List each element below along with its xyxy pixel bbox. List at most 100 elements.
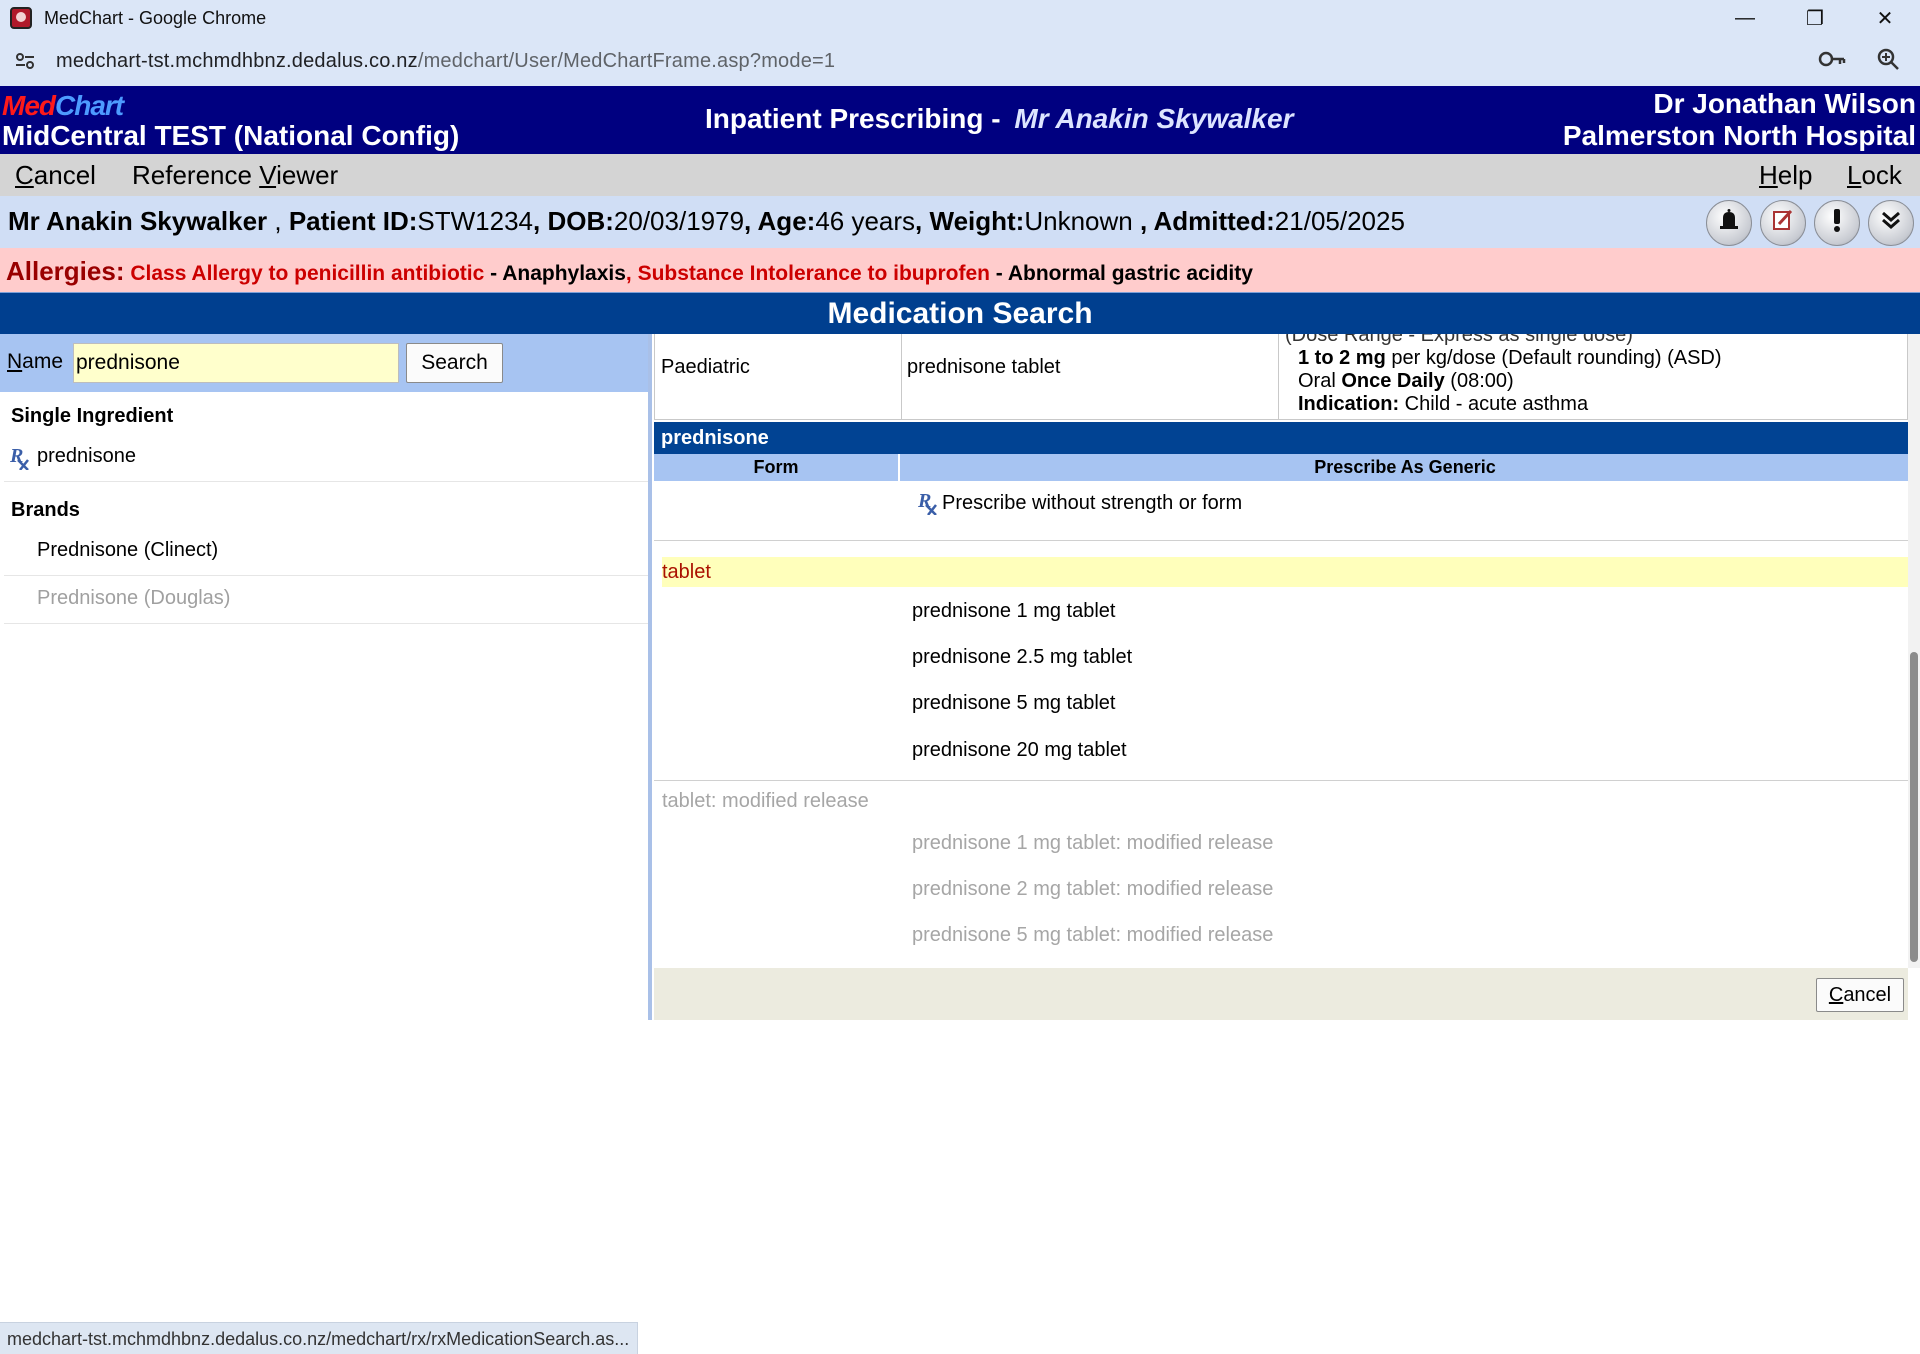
brand-item-clinect[interactable]: Prednisone (Clinect) xyxy=(4,528,648,576)
rx-icon: R xyxy=(9,442,30,486)
strength-item[interactable]: prednisone 2.5 mg tablet xyxy=(912,646,1132,669)
dose-frequency: Once Daily xyxy=(1341,370,1445,392)
zoom-icon[interactable] xyxy=(1876,47,1900,76)
user-info: Dr Jonathan Wilson Palmerston North Hosp… xyxy=(1563,88,1916,152)
protocol-group: Paediatric xyxy=(661,356,750,378)
brand-label: Prednisone (Clinect) xyxy=(37,539,219,561)
age-label: Age: xyxy=(757,206,816,236)
dose-unit: per kg/dose (Default rounding) (ASD) xyxy=(1385,347,1722,369)
strength-item-disabled: prednisone 1 mg tablet: modified release xyxy=(912,832,1274,854)
protocol-product: prednisone tablet xyxy=(907,356,1061,378)
close-window-button[interactable]: ✕ xyxy=(1850,0,1920,36)
expand-banner-button[interactable] xyxy=(1868,200,1914,246)
restore-button[interactable]: ❐ xyxy=(1780,0,1850,36)
weight-value: Unknown xyxy=(1024,206,1133,236)
indication-value: Child - acute asthma xyxy=(1399,393,1589,415)
medchart-logo: MedChart xyxy=(2,90,124,121)
menu-bar: Cancel Reference Viewer Help Lock xyxy=(0,154,1920,196)
brand-label: Prednisone (Douglas) xyxy=(37,587,231,609)
prescribe-generic-row[interactable]: R Prescribe without strength or form xyxy=(654,481,1908,541)
dose-route: Oral xyxy=(1298,370,1342,392)
dose-range: 1 to 2 mg xyxy=(1298,347,1386,369)
dob-label: DOB: xyxy=(547,206,614,236)
bell-icon xyxy=(1717,208,1741,239)
menu-lock[interactable]: Lock xyxy=(1847,160,1902,191)
allergy-2: , Substance Intolerance to ibuprofen xyxy=(625,262,990,285)
patient-name: Mr Anakin Skywalker xyxy=(8,206,268,236)
cancel-button[interactable]: Cancel xyxy=(1816,978,1904,1012)
single-ingredient-heading: Single Ingredient xyxy=(11,405,174,427)
patient-id: STW1234 xyxy=(417,206,534,236)
header-patient-name: Mr Anakin Skywalker xyxy=(1014,103,1294,134)
dose-time: (08:00) xyxy=(1444,370,1514,392)
allergies-label: Allergies: xyxy=(6,256,125,286)
rx-icon: R xyxy=(917,490,938,520)
window-controls: — ❐ ✕ xyxy=(1710,0,1920,36)
url-path: /medchart/User/MedChartFrame.asp?mode=1 xyxy=(417,49,836,72)
medication-name-input[interactable] xyxy=(73,343,399,383)
strength-item-disabled: prednisone 2 mg tablet: modified release xyxy=(912,878,1274,900)
allergies-banner: Allergies: Class Allergy to penicillin a… xyxy=(0,248,1920,292)
search-panel: Name Search Single Ingredient R predniso… xyxy=(0,334,652,1354)
doctor-name: Dr Jonathan Wilson xyxy=(1653,88,1916,119)
expand-down-icon xyxy=(1879,208,1903,239)
brands-heading: Brands xyxy=(11,499,80,521)
menu-reference-viewer[interactable]: Reference Viewer xyxy=(132,160,338,191)
search-button[interactable]: Search xyxy=(406,343,503,383)
patient-details: Mr Anakin Skywalker , Patient ID:STW1234… xyxy=(8,206,1405,236)
minimize-icon: — xyxy=(1735,6,1755,29)
column-generic: Prescribe As Generic xyxy=(1314,457,1496,477)
column-form: Form xyxy=(654,454,900,481)
form-row-modified-release: tablet: modified release xyxy=(662,790,869,812)
search-results: Single Ingredient R prednisone Brands Pr… xyxy=(4,394,648,624)
scrollbar-thumb[interactable] xyxy=(1910,652,1918,962)
section-title: Medication Search xyxy=(0,292,1920,334)
strength-item[interactable]: prednisone 1 mg tablet xyxy=(912,600,1115,623)
result-label: prednisone xyxy=(37,445,136,467)
menu-help[interactable]: Help xyxy=(1759,160,1812,191)
scrollbar[interactable] xyxy=(1908,334,1920,968)
notifications-button[interactable] xyxy=(1706,200,1752,246)
dose-range-note: (Dose Range - Express as single dose) xyxy=(1285,334,1633,346)
patient-id-label: Patient ID: xyxy=(288,206,418,236)
module-title: Inpatient Prescribing - Mr Anakin Skywal… xyxy=(705,103,1293,135)
admitted-value: 21/05/2025 xyxy=(1274,206,1405,236)
minimize-button[interactable]: — xyxy=(1710,0,1780,36)
close-icon: ✕ xyxy=(1876,7,1894,30)
allergy-1: Class Allergy to penicillin antibiotic xyxy=(130,262,485,285)
paediatric-protocol-row[interactable]: Paediatric prednisone tablet (Dose Range… xyxy=(654,334,1908,420)
form-row-tablet: tablet xyxy=(662,557,1908,587)
alerts-button[interactable] xyxy=(1814,200,1860,246)
restore-icon: ❐ xyxy=(1806,7,1824,30)
password-key-icon[interactable] xyxy=(1818,49,1846,74)
address-bar: medchart-tst.mchmdhbnz.dedalus.co.nz/med… xyxy=(0,36,1920,86)
window-title: MedChart - Google Chrome xyxy=(44,7,267,28)
column-headers: Form Prescribe As Generic xyxy=(654,454,1908,481)
clinical-notes-button[interactable] xyxy=(1760,200,1806,246)
site-name: MidCentral TEST (National Config) xyxy=(2,120,460,151)
medication-details-panel: Paediatric prednisone tablet (Dose Range… xyxy=(652,334,1920,1020)
url-host: medchart-tst.mchmdhbnz.dedalus.co.nz xyxy=(56,49,418,72)
patient-banner: Mr Anakin Skywalker , Patient ID:STW1234… xyxy=(0,196,1920,248)
site-settings-icon[interactable] xyxy=(14,50,36,72)
prescribe-generic-link[interactable]: Prescribe without strength or form xyxy=(942,492,1242,515)
menu-cancel[interactable]: Cancel xyxy=(15,160,96,191)
protocol-dose: (Dose Range - Express as single dose) 1 … xyxy=(1285,334,1722,416)
name-label: Name xyxy=(7,350,64,373)
admitted-label: Admitted: xyxy=(1153,206,1275,236)
weight-label: Weight: xyxy=(929,206,1025,236)
hospital-name: Palmerston North Hospital xyxy=(1562,120,1916,151)
alert-icon xyxy=(1831,207,1843,240)
url-field[interactable]: medchart-tst.mchmdhbnz.dedalus.co.nz/med… xyxy=(56,50,835,73)
reaction-2: - Abnormal gastric acidity xyxy=(989,262,1253,285)
result-item-prednisone[interactable]: R prednisone xyxy=(4,434,648,482)
strength-item-disabled: prednisone 5 mg tablet: modified release xyxy=(912,924,1274,946)
medication-heading: prednisone xyxy=(654,422,1908,454)
reaction-1: - Anaphylaxis xyxy=(484,262,626,285)
strength-item[interactable]: prednisone 5 mg tablet xyxy=(912,692,1115,715)
strength-item[interactable]: prednisone 20 mg tablet xyxy=(912,739,1127,762)
medchart-app-icon xyxy=(10,7,32,29)
edit-notes-icon xyxy=(1770,207,1796,240)
module-name: Inpatient Prescribing - xyxy=(705,103,1009,134)
footer-bar: Cancel xyxy=(654,968,1908,1020)
